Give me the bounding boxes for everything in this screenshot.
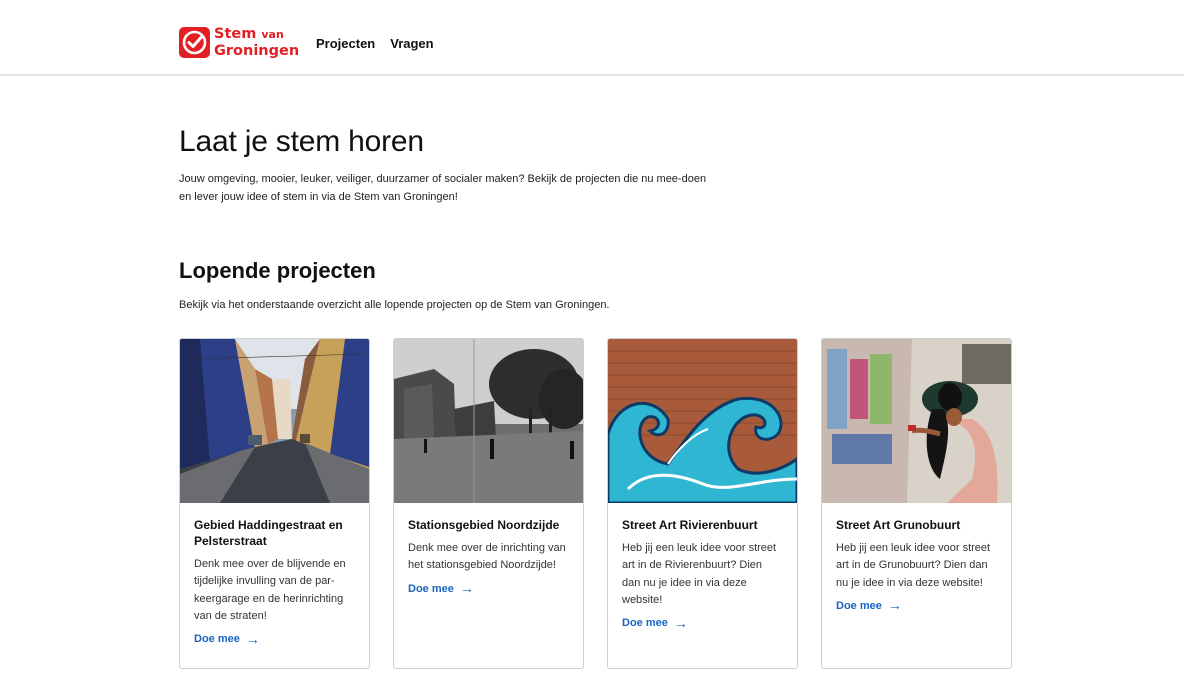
project-list: Gebied Haddingestraat en Pelsterstraat D… xyxy=(179,338,1012,669)
site-header: Stem van Groningen Projecten Vragen xyxy=(0,0,1184,76)
main-nav: Projecten Vragen xyxy=(316,36,434,51)
arrow-right-icon: → xyxy=(887,597,902,614)
historic-photo xyxy=(394,339,583,503)
arrow-right-icon: → xyxy=(245,630,260,647)
doe-mee-link[interactable]: Doe mee → xyxy=(408,580,474,597)
doe-mee-link[interactable]: Doe mee → xyxy=(836,597,902,614)
card-title: Stationsgebied Noordzijde xyxy=(408,518,560,532)
page-title: Laat je stem horen xyxy=(179,125,424,158)
nav-item-vragen[interactable]: Vragen xyxy=(390,36,433,51)
street-photo xyxy=(180,339,369,503)
arrow-right-icon: → xyxy=(459,580,474,597)
section-intro: Bekijk via het onderstaande overzicht al… xyxy=(179,299,610,311)
project-card[interactable]: Street Art Rivierenbuurt Heb jij een leu… xyxy=(607,338,798,669)
cta-label: Doe mee xyxy=(622,617,668,630)
painter-photo xyxy=(822,339,1011,503)
card-description: Heb jij een leuk idee voor street art in… xyxy=(622,542,777,606)
cta-label: Doe mee xyxy=(836,599,882,612)
nav-item-projecten[interactable]: Projecten xyxy=(316,36,375,51)
card-description: Heb jij een leuk idee voor street art in… xyxy=(836,542,991,589)
doe-mee-link[interactable]: Doe mee → xyxy=(622,614,688,631)
card-title: Gebied Haddingestraat en Pelsterstraat xyxy=(194,518,343,548)
brand-name: Stem van Groningen xyxy=(214,26,300,59)
cta-label: Doe mee xyxy=(194,633,240,646)
card-title: Street Art Rivierenbuurt xyxy=(622,518,758,532)
arrow-right-icon: → xyxy=(673,614,688,631)
cta-label: Doe mee xyxy=(408,582,454,595)
project-card[interactable]: Stationsgebied Noordzijde Denk mee over … xyxy=(393,338,584,669)
wave-mural-photo xyxy=(608,339,797,503)
card-description: Denk mee over de blijvende en tijdelijke… xyxy=(194,558,346,622)
card-description: Denk mee over de inrichting van het stat… xyxy=(408,542,566,572)
project-card[interactable]: Street Art Grunobuurt Heb jij een leuk i… xyxy=(821,338,1012,669)
brand-line1: Stem xyxy=(214,26,257,42)
section-title: Lopende projecten xyxy=(179,258,376,283)
doe-mee-link[interactable]: Doe mee → xyxy=(194,630,260,647)
brand-line1-small: van xyxy=(261,28,284,41)
brand-line2: Groningen xyxy=(214,43,300,59)
checkmark-icon xyxy=(179,27,210,58)
project-card[interactable]: Gebied Haddingestraat en Pelsterstraat D… xyxy=(179,338,370,669)
intro-text: Jouw omgeving, mooier, leuker, veiliger,… xyxy=(179,173,707,203)
brand-logo[interactable]: Stem van Groningen xyxy=(179,26,301,61)
card-title: Street Art Grunobuurt xyxy=(836,518,961,532)
